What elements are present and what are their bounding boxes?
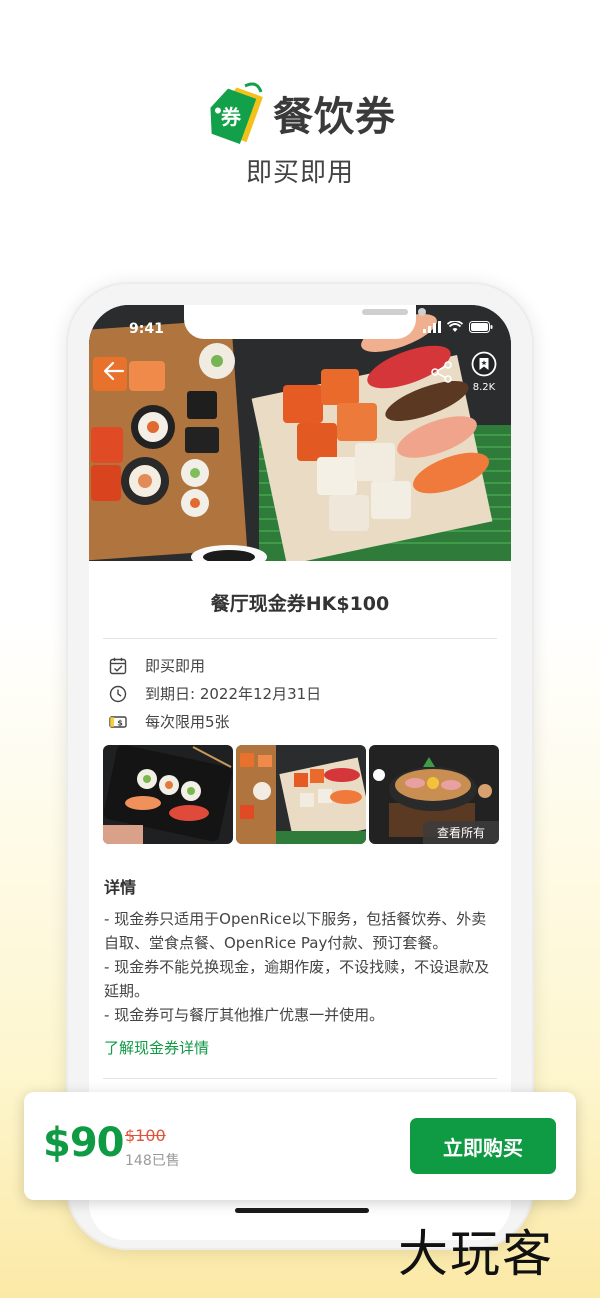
info-instant-text: 即买即用: [145, 657, 206, 675]
hero-image: 9:41 8.2K: [89, 305, 511, 561]
back-arrow-icon: [103, 361, 125, 381]
info-row-instant: 即买即用: [109, 655, 205, 676]
info-row-expiry: 到期日: 2022年12月31日: [109, 683, 321, 704]
bookmark-button[interactable]: 8.2K: [469, 351, 499, 393]
front-camera: [418, 308, 426, 316]
buy-now-button[interactable]: 立即购买: [410, 1118, 556, 1174]
bookmark-icon: [471, 351, 497, 377]
gallery-photo-2[interactable]: [236, 745, 366, 844]
home-indicator: [235, 1208, 369, 1213]
status-time: 9:41: [129, 321, 164, 337]
voucher-tag-icon: 券: [205, 80, 267, 146]
voucher-details-link[interactable]: 了解现金券详情: [104, 1037, 209, 1058]
voucher-tag-label: 券: [220, 105, 242, 129]
speaker: [362, 309, 408, 315]
back-button[interactable]: [103, 361, 125, 385]
see-all-photos-button[interactable]: 查看所有: [422, 821, 499, 844]
svg-text:$: $: [117, 718, 123, 727]
promo-header: 券 餐饮券 即买即用: [0, 0, 600, 230]
cash-icon: $: [109, 715, 127, 728]
battery-icon: [469, 321, 493, 333]
status-icons: [423, 321, 493, 333]
phone-notch: [184, 305, 426, 339]
details-line-3: - 现金券可与餐厅其他推广优惠一并使用。: [104, 1006, 385, 1024]
clock-icon: [109, 685, 127, 702]
signal-icon: [423, 321, 441, 333]
details-line-2: - 现金券不能兑换现金，逾期作废，不设找赎，不设退款及延期。: [104, 958, 490, 1000]
promo-subtitle: 即买即用: [245, 158, 354, 188]
share-icon: [431, 361, 452, 383]
info-row-limit: $ 每次限用5张: [109, 711, 230, 732]
details-text: - 现金券只适用于OpenRice以下服务，包括餐饮券、外卖自取、堂食点餐、Op…: [104, 907, 499, 1027]
sale-price: $90: [43, 1120, 124, 1166]
wifi-icon: [447, 321, 463, 332]
sushi-photo: [89, 305, 511, 561]
title-divider: [103, 638, 497, 639]
purchase-bar: $90 $100 148已售 立即购买: [24, 1092, 576, 1200]
info-limit-text: 每次限用5张: [145, 713, 230, 731]
share-button[interactable]: [431, 361, 453, 387]
gallery-photo-3[interactable]: 查看所有: [369, 745, 499, 844]
original-price: $100: [125, 1126, 166, 1145]
details-heading: 详情: [104, 878, 137, 897]
details-line-1: - 现金券只适用于OpenRice以下服务，包括餐饮券、外卖自取、堂食点餐、Op…: [104, 910, 487, 952]
info-expiry-text: 到期日: 2022年12月31日: [145, 685, 322, 703]
voucher-title: 餐厅现金券HK$100: [210, 593, 390, 615]
bookmark-count: 8.2K: [472, 382, 496, 393]
gallery-photo-1[interactable]: [103, 745, 233, 844]
calendar-check-icon: [109, 657, 127, 674]
promo-logo-row: 券 餐饮券: [205, 80, 396, 146]
photo-gallery: 查看所有: [103, 745, 499, 844]
details-divider: [103, 1078, 497, 1079]
promo-title: 餐饮券: [273, 94, 396, 140]
sold-count: 148已售: [125, 1153, 180, 1169]
watermark: 大玩客: [398, 1225, 554, 1283]
